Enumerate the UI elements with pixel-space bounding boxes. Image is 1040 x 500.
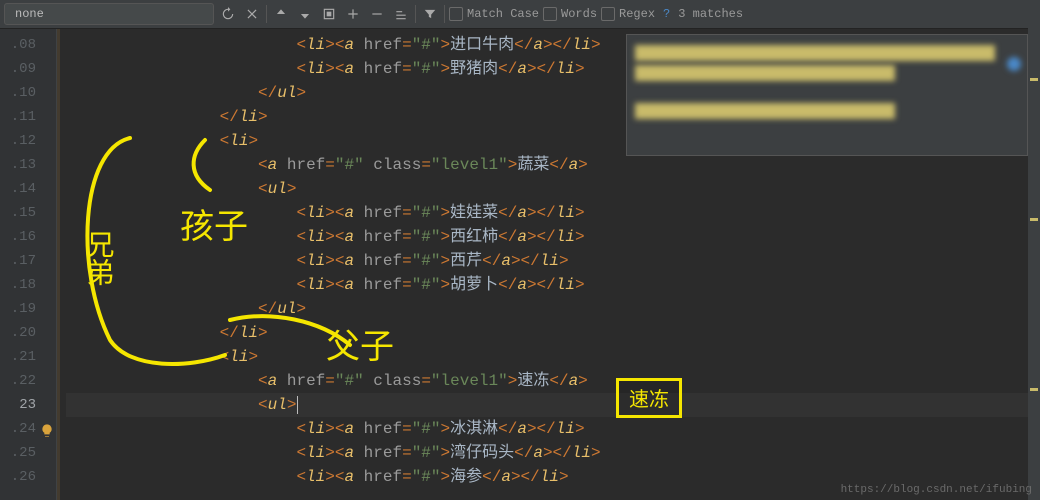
match-case-checkbox[interactable]: Match Case xyxy=(449,7,539,21)
code-line[interactable]: <a href="#" class="level1">蔬菜</a> xyxy=(66,153,1040,177)
code-line[interactable]: <li> xyxy=(66,345,1040,369)
line-number: .15 xyxy=(0,201,42,225)
search-input[interactable] xyxy=(13,6,167,22)
line-number: .26 xyxy=(0,465,42,489)
tooltip-badge: 速冻 xyxy=(616,378,682,418)
marker-bar xyxy=(1028,28,1040,500)
code-line[interactable]: </ul> xyxy=(66,297,1040,321)
line-number: .20 xyxy=(0,321,42,345)
line-number: .10 xyxy=(0,81,42,105)
line-number: .12 xyxy=(0,129,42,153)
exclude-button[interactable] xyxy=(391,4,411,24)
code-line[interactable]: <li><a href="#">胡萝卜</a></li> xyxy=(66,273,1040,297)
history-button[interactable] xyxy=(218,4,238,24)
watermark: https://blog.csdn.net/ifubing xyxy=(841,484,1032,496)
line-number: .17 xyxy=(0,249,42,273)
intention-bulb-icon[interactable] xyxy=(39,423,55,439)
line-number: .11 xyxy=(0,105,42,129)
search-box[interactable] xyxy=(4,3,214,25)
code-line[interactable]: <li><a href="#">娃娃菜</a></li> xyxy=(66,201,1040,225)
code-line[interactable]: <li><a href="#">冰淇淋</a></li> xyxy=(66,417,1040,441)
line-number: .18 xyxy=(0,273,42,297)
line-number: .09 xyxy=(0,57,42,81)
code-line[interactable]: <ul> xyxy=(66,177,1040,201)
regex-checkbox[interactable]: Regex xyxy=(601,7,655,21)
line-number: .19 xyxy=(0,297,42,321)
preview-pane xyxy=(626,34,1028,156)
fold-column xyxy=(42,29,57,500)
next-match-button[interactable] xyxy=(295,4,315,24)
match-count: 3 matches xyxy=(678,7,743,21)
line-number: .14 xyxy=(0,177,42,201)
prev-match-button[interactable] xyxy=(271,4,291,24)
code-line[interactable]: <li><a href="#">湾仔码头</a></li> xyxy=(66,441,1040,465)
select-all-button[interactable] xyxy=(319,4,339,24)
line-number: .16 xyxy=(0,225,42,249)
line-number: .25 xyxy=(0,441,42,465)
code-line[interactable]: <li><a href="#">西红柿</a></li> xyxy=(66,225,1040,249)
line-number: .22 xyxy=(0,369,42,393)
add-selection-button[interactable] xyxy=(343,4,363,24)
gutter: .08.09.10.11.12.13.14.15.16.17.18.19.20.… xyxy=(0,29,42,500)
find-toolbar: Match Case Words Regex ? 3 matches xyxy=(0,0,1040,29)
words-checkbox[interactable]: Words xyxy=(543,7,597,21)
code-line[interactable]: <li><a href="#">西芹</a></li> xyxy=(66,249,1040,273)
code-line[interactable]: </li> xyxy=(66,321,1040,345)
remove-selection-button[interactable] xyxy=(367,4,387,24)
code-line[interactable]: <a href="#" class="level1">速冻</a> xyxy=(66,369,1040,393)
filter-button[interactable] xyxy=(420,4,440,24)
code-line[interactable]: <ul> xyxy=(66,393,1040,417)
line-number: .24 xyxy=(0,417,42,441)
line-number: .13 xyxy=(0,153,42,177)
help-link[interactable]: ? xyxy=(663,7,670,21)
line-number: 23 xyxy=(0,393,42,417)
line-number: .21 xyxy=(0,345,42,369)
line-number: .08 xyxy=(0,33,42,57)
close-search-button[interactable] xyxy=(242,4,262,24)
